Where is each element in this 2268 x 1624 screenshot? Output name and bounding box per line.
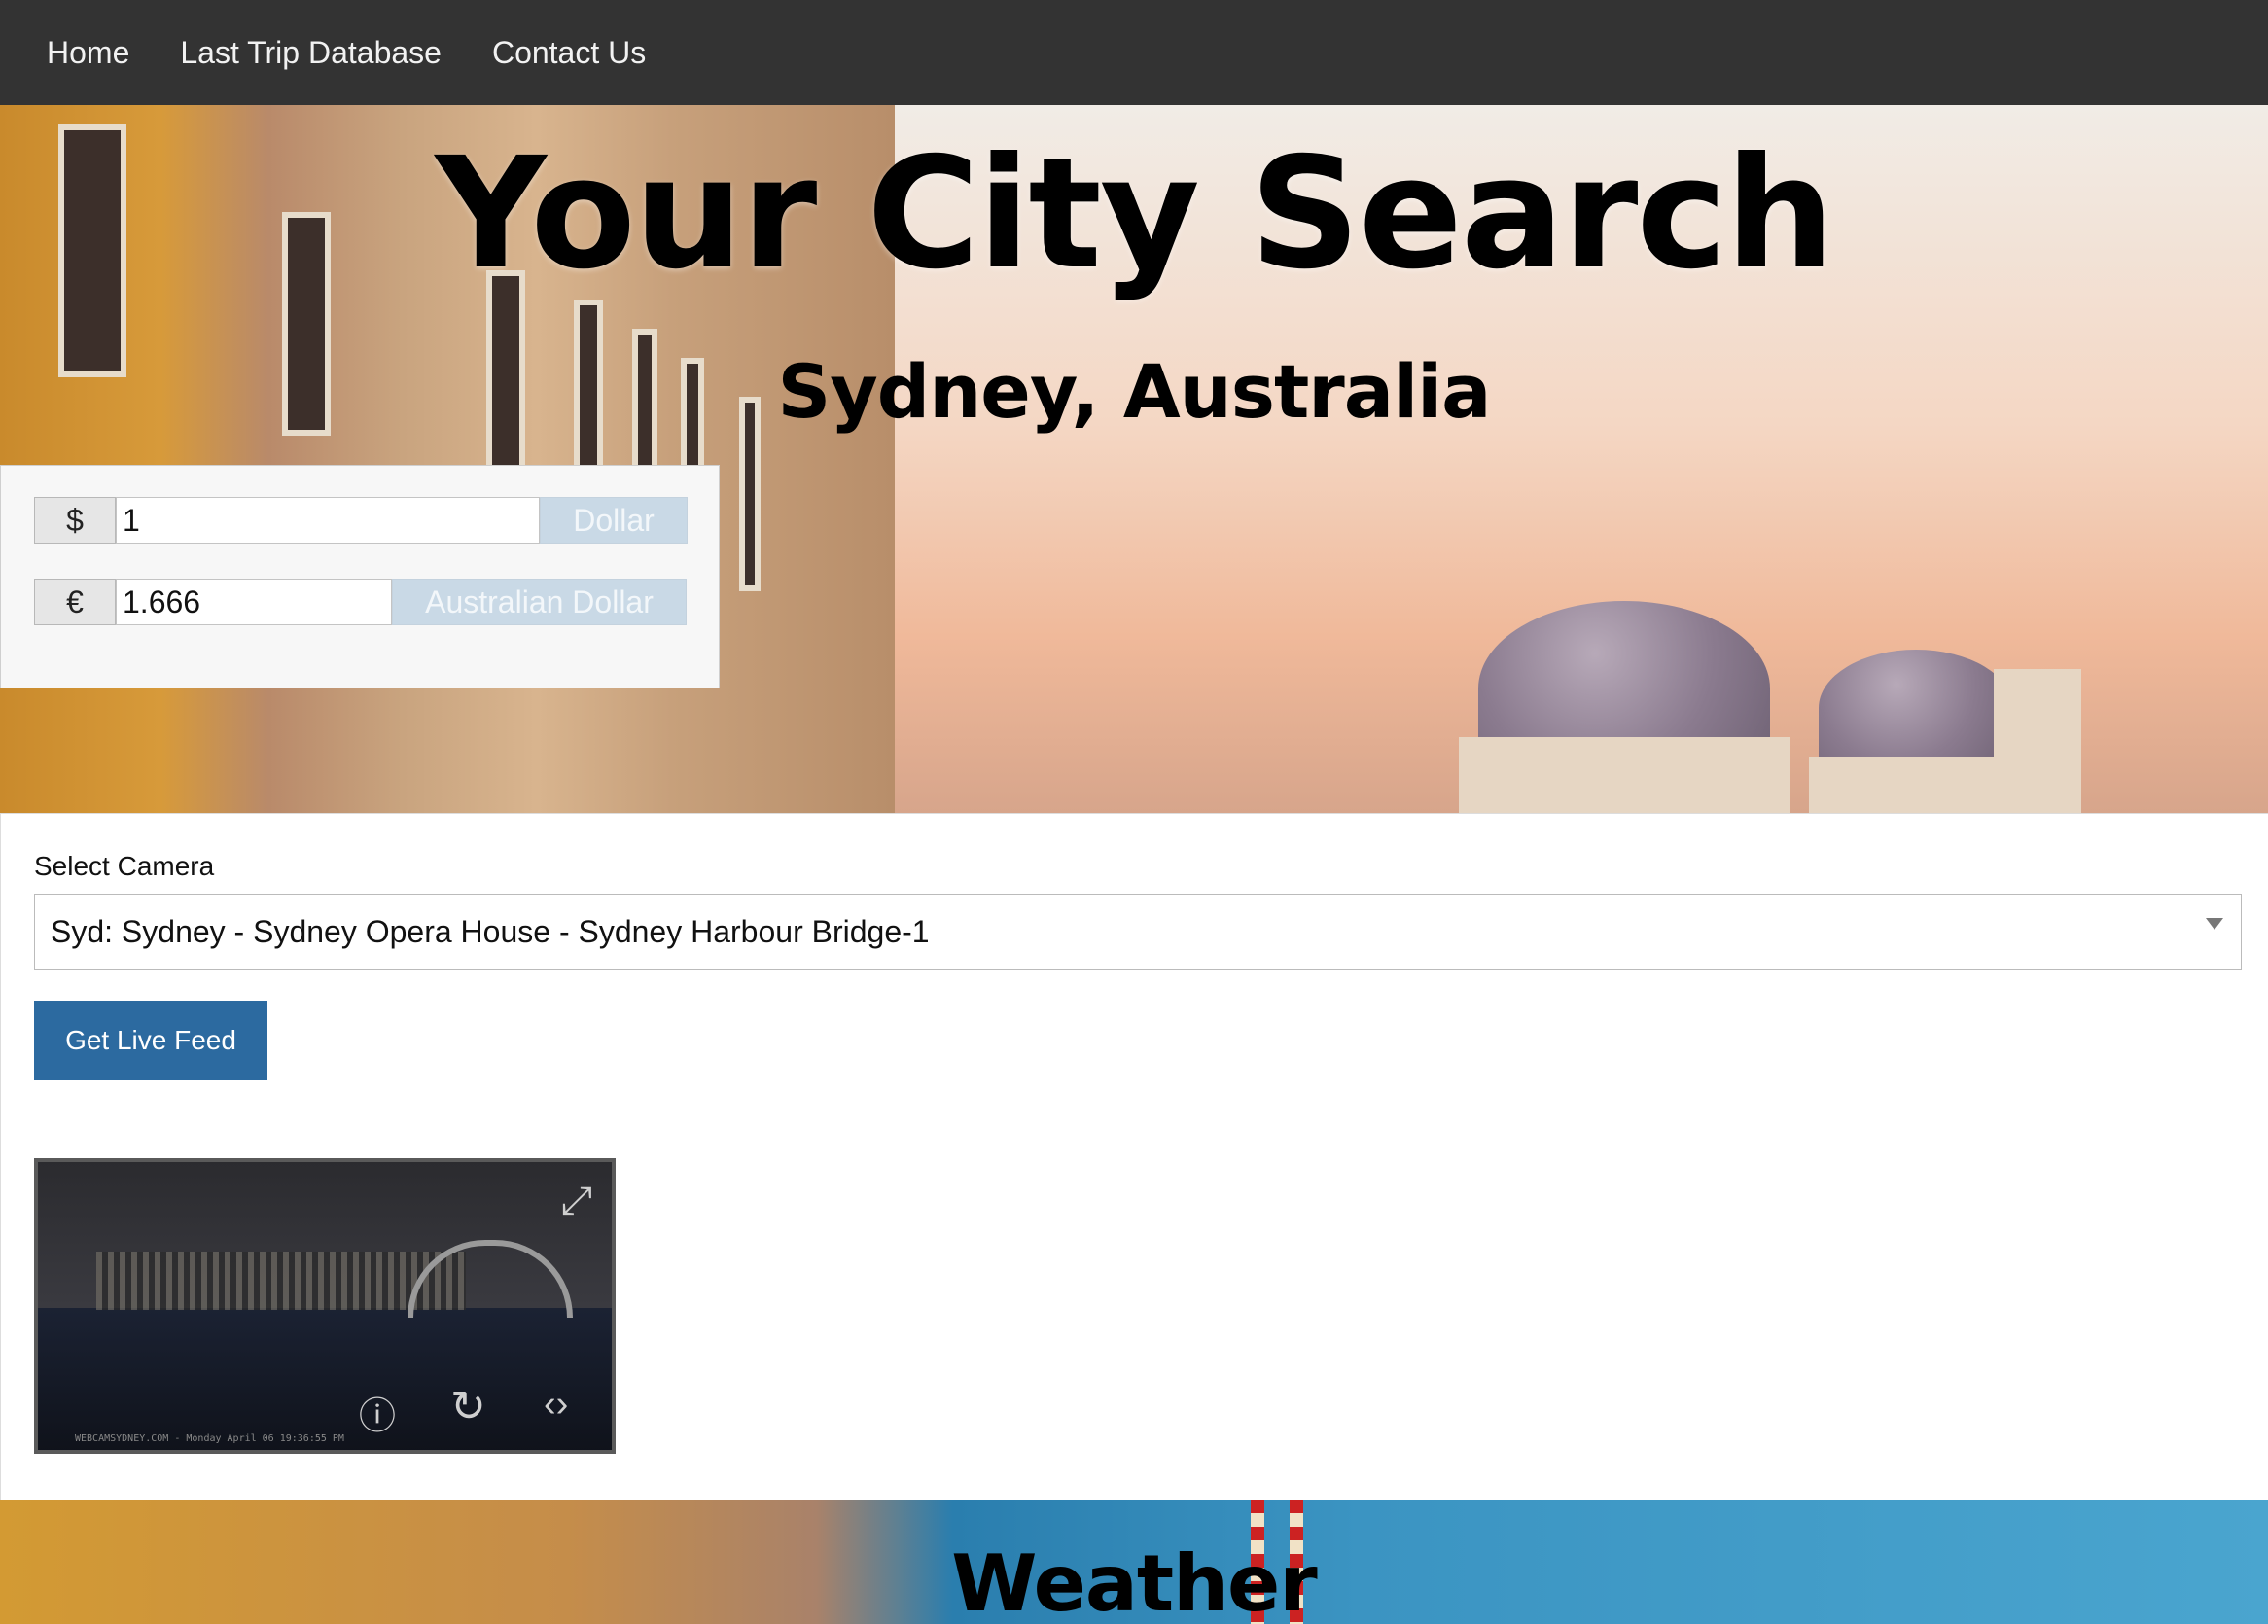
page-title: Your City Search [435,124,1834,303]
expand-icon[interactable]: ⤢ [561,1180,592,1223]
live-feed-video[interactable]: ⤢ ⓘ ↻ ‹› WEBCAMSYDNEY.COM - Monday April… [34,1158,616,1454]
info-icon[interactable]: ⓘ [359,1386,396,1439]
select-camera-label: Select Camera [34,851,215,881]
top-navbar: Home Last Trip Database Contact Us [0,0,2268,105]
dome-small [1819,650,2013,766]
currency-converter: $ Dollar € Australian Dollar [0,465,720,688]
currency-row-to: € Australian Dollar [34,579,687,625]
currency-row-from: $ Dollar [34,497,688,544]
feed-caption: WEBCAMSYDNEY.COM - Monday April 06 19:36… [75,1433,344,1444]
weather-banner: Weather [0,1500,2268,1624]
currency-to-label[interactable]: Australian Dollar [392,579,687,625]
currency-symbol-from: $ [34,497,116,544]
replay-icon[interactable]: ↻ [450,1382,486,1431]
camera-select[interactable]: Syd: Sydney - Sydney Opera House - Sydne… [34,894,2242,970]
embed-icon[interactable]: ‹› [544,1384,568,1426]
currency-from-label[interactable]: Dollar [540,497,688,544]
get-live-feed-button[interactable]: Get Live Feed [34,1001,267,1080]
camera-section: Select Camera Syd: Sydney - Sydney Opera… [0,813,2268,1500]
nav-last-trip-database[interactable]: Last Trip Database [155,0,467,105]
nav-contact-us[interactable]: Contact Us [467,0,671,105]
nav-home[interactable]: Home [21,0,155,105]
city-subtitle: Sydney, Australia [777,348,1492,435]
currency-amount-input[interactable] [116,497,540,544]
chevron-down-icon [2206,918,2223,930]
currency-symbol-to: € [34,579,116,625]
hero-banner: Your City Search Sydney, Australia [0,105,2268,813]
currency-converted-input[interactable] [116,579,392,625]
camera-select-value: Syd: Sydney - Sydney Opera House - Sydne… [51,913,930,949]
weather-title: Weather [951,1538,1318,1624]
